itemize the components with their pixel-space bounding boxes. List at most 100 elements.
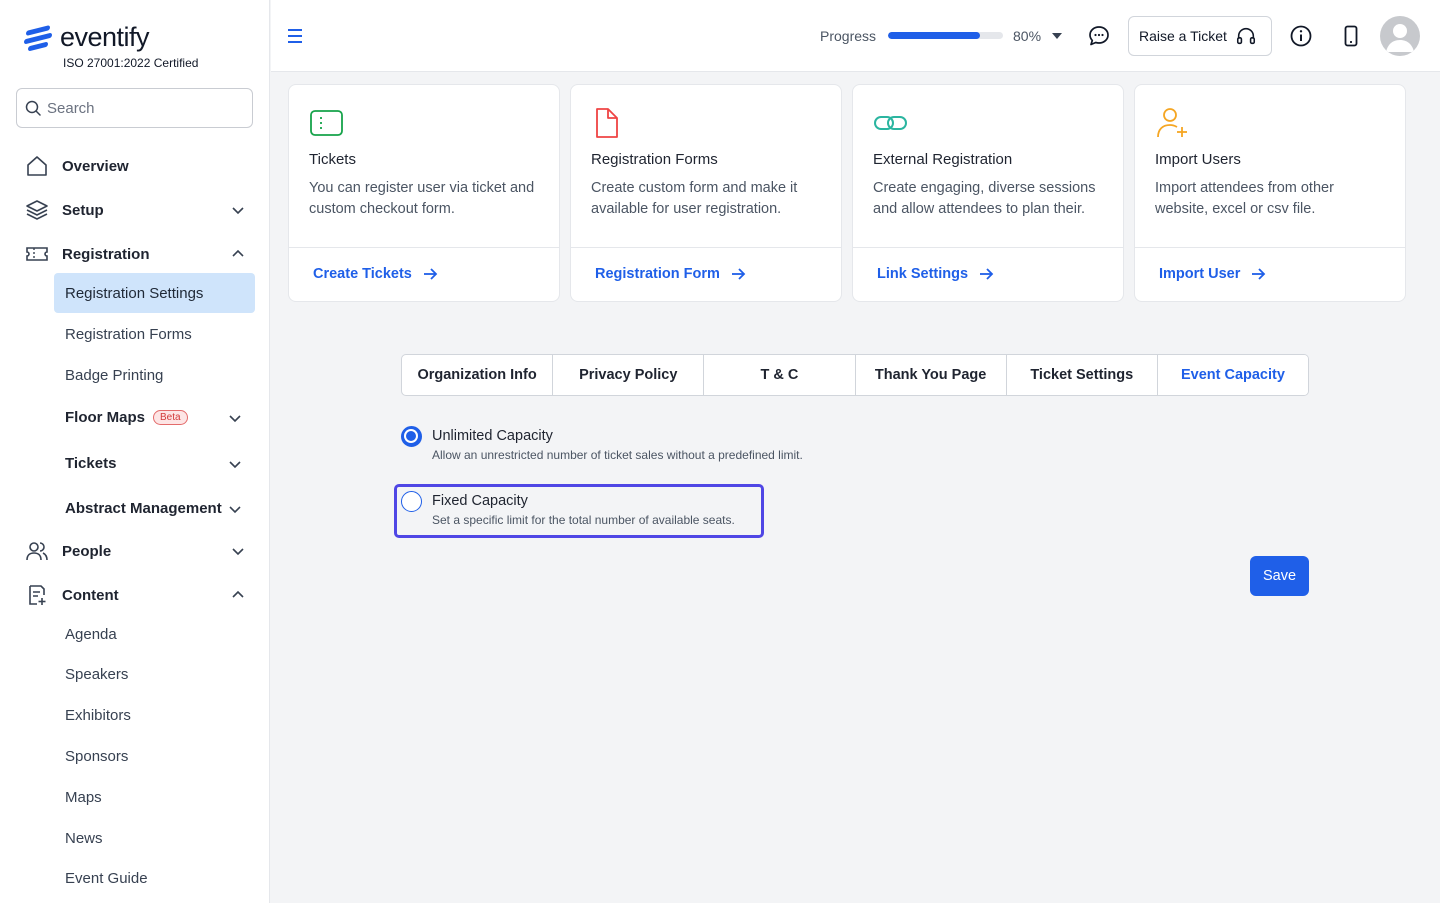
progress-label: Progress — [820, 28, 877, 44]
card-link-label: Link Settings — [877, 266, 969, 282]
sidebar-item-label: Floor Maps — [65, 408, 146, 426]
card-description: You can register user via ticket and cus… — [309, 180, 535, 217]
registration-form-link[interactable]: Registration Form — [595, 266, 746, 282]
sidebar-item-registration-forms[interactable]: Registration Forms — [54, 314, 255, 354]
sidebar-item-event-guide[interactable]: Event Guide — [54, 858, 255, 898]
sidebar-item-exhibitors[interactable]: Exhibitors — [54, 695, 255, 735]
sidebar-item-content[interactable]: Content — [24, 579, 246, 611]
headset-icon — [1236, 27, 1255, 45]
sidebar-item-label: Tickets — [65, 454, 117, 472]
card-external-registration: External Registration Create engaging, d… — [852, 84, 1124, 302]
arrow-right-icon — [980, 268, 994, 280]
sidebar-item-overview[interactable]: Overview — [24, 150, 246, 182]
arrow-right-icon — [731, 268, 746, 280]
chevron-up-icon — [232, 249, 244, 257]
sidebar: eventify ISO 27001:2022 Certified Overvi… — [0, 0, 270, 903]
unlimited-capacity-option[interactable]: Unlimited Capacity Allow an unrestricted… — [401, 426, 803, 462]
card-title: External Registration — [873, 151, 1013, 168]
ticket-icon — [310, 110, 343, 136]
chevron-down-icon — [229, 415, 241, 423]
option-description: Allow an unrestricted number of ticket s… — [432, 448, 803, 462]
user-avatar-icon — [1386, 24, 1414, 52]
chevron-up-icon — [232, 590, 244, 598]
sidebar-item-badge-printing[interactable]: Badge Printing — [54, 355, 255, 395]
mobile-icon[interactable] — [1339, 24, 1363, 48]
progress-bar — [888, 32, 1003, 39]
card-divider — [571, 247, 841, 248]
arrow-right-icon — [1252, 268, 1266, 280]
fixed-capacity-radio[interactable] — [401, 491, 422, 512]
sidebar-item-sponsors[interactable]: Sponsors — [54, 736, 255, 776]
link-icon — [874, 116, 907, 130]
sidebar-item-label: Content — [62, 586, 119, 604]
sidebar-item-registration[interactable]: Registration — [24, 238, 246, 270]
sidebar-item-agenda[interactable]: Agenda — [54, 614, 255, 654]
sidebar-item-tickets[interactable]: Tickets — [54, 443, 255, 483]
raise-ticket-button[interactable]: Raise a Ticket — [1128, 16, 1272, 56]
card-divider — [853, 247, 1123, 248]
tab-privacy-policy[interactable]: Privacy Policy — [553, 355, 705, 395]
logo[interactable]: eventify — [24, 22, 150, 53]
card-title: Registration Forms — [591, 151, 718, 168]
topbar: Progress 80% Raise a Ticket — [271, 0, 1440, 72]
settings-tabs: Organization Info Privacy Policy T & C T… — [401, 354, 1309, 396]
import-user-link[interactable]: Import User — [1159, 266, 1266, 282]
card-registration-forms: Registration Forms Create custom form an… — [570, 84, 842, 302]
progress-fill — [888, 32, 980, 39]
tab-terms-conditions[interactable]: T & C — [704, 355, 856, 395]
sidebar-item-speakers[interactable]: Speakers — [54, 654, 255, 694]
sidebar-item-registration-settings[interactable]: Registration Settings — [54, 273, 255, 313]
card-description: Create engaging, diverse sessions and al… — [873, 180, 1096, 217]
tab-thank-you-page[interactable]: Thank You Page — [856, 355, 1007, 395]
search-icon — [25, 100, 41, 116]
search-box[interactable] — [16, 88, 253, 128]
link-settings-link[interactable]: Link Settings — [877, 266, 994, 282]
option-title: Fixed Capacity — [432, 493, 528, 509]
card-link-label: Create Tickets — [313, 266, 412, 282]
sidebar-item-label: Registration — [62, 245, 150, 263]
card-description: Create custom form and make it available… — [591, 180, 798, 217]
tab-event-capacity[interactable]: Event Capacity — [1157, 355, 1308, 395]
card-link-label: Import User — [1159, 266, 1241, 282]
unlimited-capacity-radio[interactable] — [401, 426, 422, 447]
home-icon — [24, 153, 50, 179]
ticket-icon — [24, 241, 50, 267]
document-edit-icon — [24, 582, 50, 608]
avatar[interactable] — [1380, 16, 1420, 56]
user-plus-icon — [1157, 108, 1187, 138]
menu-icon[interactable] — [287, 28, 303, 44]
sidebar-item-people[interactable]: People — [24, 535, 246, 567]
sidebar-item-setup[interactable]: Setup — [24, 194, 246, 226]
sidebar-item-label: Abstract Management — [65, 499, 222, 517]
info-icon[interactable] — [1289, 24, 1313, 48]
chevron-down-icon — [232, 207, 244, 215]
save-button[interactable]: Save — [1250, 556, 1309, 596]
chevron-down-icon — [229, 506, 241, 514]
card-description: Import attendees from other website, exc… — [1155, 180, 1334, 217]
sidebar-item-label: Overview — [62, 157, 129, 175]
caret-down-icon[interactable] — [1052, 33, 1062, 39]
layers-icon — [24, 197, 50, 223]
fixed-capacity-option[interactable]: Fixed Capacity Set a specific limit for … — [401, 491, 735, 527]
option-title: Unlimited Capacity — [432, 428, 553, 444]
sidebar-item-abstract-management[interactable]: Abstract Management — [54, 488, 255, 528]
card-title: Import Users — [1155, 151, 1241, 168]
chat-icon[interactable] — [1087, 24, 1111, 48]
users-icon — [24, 538, 50, 564]
beta-badge: Beta — [153, 409, 188, 425]
search-input[interactable] — [47, 99, 237, 117]
chevron-down-icon — [232, 548, 244, 556]
option-description: Set a specific limit for the total numbe… — [432, 513, 735, 527]
sidebar-item-floor-maps[interactable]: Floor Maps Beta — [54, 397, 255, 437]
tab-organization-info[interactable]: Organization Info — [402, 355, 554, 395]
card-divider — [289, 247, 559, 248]
sidebar-item-news[interactable]: News — [54, 818, 255, 858]
sidebar-item-maps[interactable]: Maps — [54, 777, 255, 817]
file-icon — [596, 108, 618, 138]
card-link-label: Registration Form — [595, 266, 720, 282]
progress-value: 80% — [1013, 28, 1042, 44]
create-tickets-link[interactable]: Create Tickets — [313, 266, 438, 282]
tab-ticket-settings[interactable]: Ticket Settings — [1007, 355, 1158, 395]
certification-label: ISO 27001:2022 Certified — [63, 56, 199, 70]
arrow-right-icon — [423, 268, 438, 280]
